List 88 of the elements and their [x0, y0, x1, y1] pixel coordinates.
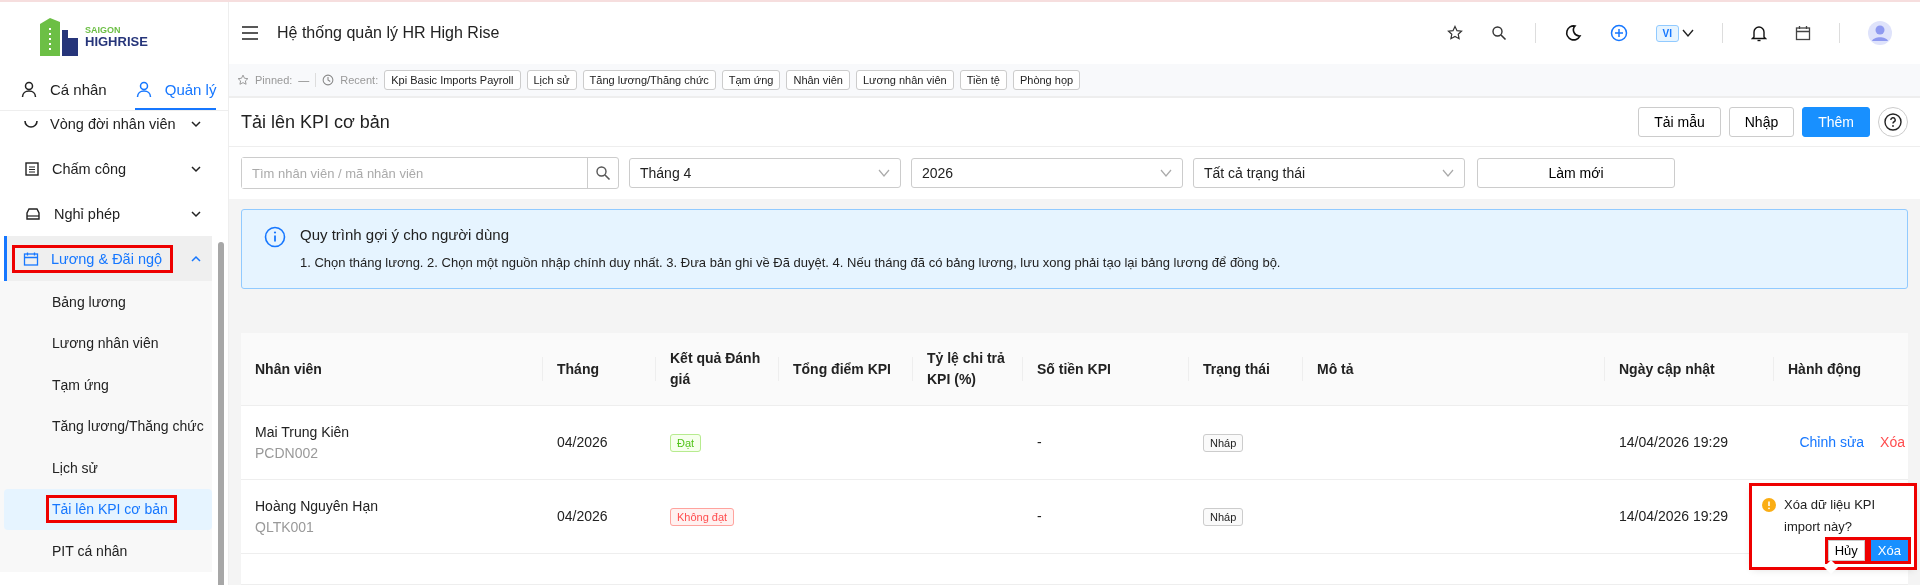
result-tag: Không đạt — [670, 508, 735, 526]
list-icon — [24, 160, 40, 177]
table-cell: 04/2026 — [557, 434, 608, 450]
recent-page-chip[interactable]: Nhân viên — [786, 70, 850, 90]
user-icon — [134, 80, 153, 98]
employee-name: Hoàng Nguyên Hạn — [255, 496, 379, 516]
app-title: Hệ thống quản lý HR High Rise — [277, 24, 500, 42]
result-tag: Đạt — [670, 434, 702, 452]
status-tag: Nháp — [1203, 508, 1244, 526]
employee-code: PCDN002 — [255, 443, 320, 463]
column-header: Mô tả — [1317, 359, 1354, 379]
column-header: Ngày cập nhật — [1619, 359, 1715, 379]
clock-icon — [322, 74, 335, 86]
year-select[interactable]: 2026 — [911, 158, 1183, 188]
pinned-value: — — [298, 74, 310, 86]
sidebar-submenu-item[interactable]: PIT cá nhân — [4, 530, 212, 572]
search-field[interactable]: Tìm nhân viên / mã nhân viên — [241, 157, 619, 189]
sidebar-menu-item[interactable]: Lương & Đãi ngộ — [4, 236, 212, 281]
recent-page-chip[interactable]: Tăng lương/Thăng chức — [582, 70, 716, 90]
sidebar-tab[interactable]: Quản lý — [134, 74, 217, 110]
sidebar-menu-item[interactable]: Nghỉ phép — [4, 191, 212, 236]
table-cell: - — [1037, 508, 1042, 524]
pinned-label: Pinned: — [255, 74, 293, 86]
user-icon — [20, 80, 38, 98]
status-tag: Nháp — [1203, 434, 1244, 452]
recent-page-chip[interactable]: Phòng họp — [1012, 70, 1081, 90]
status-select[interactable]: Tất cả trạng thái — [1193, 158, 1465, 188]
recent-page-chip[interactable]: Lịch sử — [526, 70, 577, 90]
table-cell: - — [1037, 434, 1042, 450]
chevron-icon — [1682, 28, 1694, 38]
sidebar-submenu-item[interactable]: Tăng lương/Thăng chức — [4, 405, 212, 447]
action-button[interactable]: Nhập — [1728, 107, 1795, 137]
info-title: Quy trình gợi ý cho người dùng — [300, 226, 510, 243]
table-cell: 14/04/2026 19:29 — [1619, 508, 1728, 524]
action-button[interactable]: Tải mẫu — [1638, 107, 1721, 137]
edit-link[interactable]: Chỉnh sửa — [1799, 432, 1865, 453]
logo-text: HIGHRISE — [85, 35, 148, 48]
employee-code: QLTK001 — [255, 517, 315, 537]
chevron-icon — [1442, 169, 1454, 177]
info-icon — [264, 226, 286, 248]
column-header: Nhân viên — [255, 359, 322, 379]
calendar-icon[interactable] — [1795, 25, 1811, 41]
sidebar-submenu-item[interactable]: Bảng lương — [4, 281, 212, 323]
star-icon — [237, 74, 249, 86]
car-icon — [24, 205, 42, 222]
table-cell: 04/2026 — [557, 508, 608, 524]
chevron-icon — [1160, 169, 1172, 177]
scrollbar[interactable] — [218, 242, 224, 585]
confirm-message: Xóa dữ liệu KPI import này? — [1784, 496, 1877, 537]
logo-text: SAIGON — [85, 26, 122, 35]
sidebar-submenu-item[interactable]: Tạm ứng — [4, 364, 212, 406]
calendar-icon — [23, 250, 39, 267]
recent-page-chip[interactable]: Tạm ứng — [721, 70, 781, 90]
refresh-button[interactable]: Làm mới — [1477, 158, 1675, 188]
cycle-icon — [24, 119, 38, 128]
column-header: Tỷ lệ chi trả KPI (%) — [927, 349, 1006, 389]
search-icon[interactable] — [595, 165, 611, 181]
sidebar-menu-item[interactable]: Chấm công — [4, 146, 212, 191]
recent-page-chip[interactable]: Tiền tệ — [959, 70, 1007, 90]
column-header: Trạng thái — [1203, 359, 1270, 379]
month-select[interactable]: Tháng 4 — [629, 158, 901, 188]
recent-page-chip[interactable]: Kpi Basic Imports Payroll — [384, 70, 521, 90]
column-header: Tổng điểm KPI — [793, 359, 891, 379]
chevron-icon — [878, 169, 890, 177]
employee-name: Mai Trung Kiên — [255, 422, 351, 442]
page-title: Tải lên KPI cơ bản — [241, 111, 390, 133]
search-icon[interactable] — [1490, 25, 1507, 41]
bell-icon[interactable] — [1751, 24, 1767, 42]
avatar-icon[interactable] — [1868, 21, 1892, 45]
column-header: Hành động — [1788, 359, 1862, 379]
star-icon[interactable] — [1446, 25, 1463, 41]
recent-label: Recent: — [340, 74, 379, 86]
info-text: 1. Chọn tháng lương. 2. Chọn một nguồn nhập chính duy nhất. 3. Đưa bản ghi về Đã duyệt. 4. Nếu tháng đã có bảng lương, lưu xong phải tạo lại bảng lương để đồng bộ. — [300, 255, 1281, 270]
sidebar-submenu-item[interactable]: Tải lên KPI cơ bản — [4, 488, 212, 530]
help-icon — [1884, 113, 1902, 131]
recent-page-chip[interactable]: Lương nhân viên — [856, 70, 954, 90]
column-header: Tháng — [557, 359, 599, 379]
add-icon[interactable] — [1609, 24, 1628, 42]
table-cell: 14/04/2026 19:29 — [1619, 434, 1728, 450]
column-header: Kết quả Đánh giá — [670, 349, 762, 389]
warning-icon — [1762, 498, 1776, 512]
menu-icon[interactable] — [241, 25, 259, 41]
column-header: Số tiền KPI — [1037, 359, 1111, 379]
sidebar-submenu-item[interactable]: Lịch sử — [4, 447, 212, 489]
sidebar-submenu-item[interactable]: Lương nhân viên — [4, 322, 212, 364]
moon-icon[interactable] — [1563, 24, 1582, 42]
help-button[interactable] — [1878, 107, 1908, 137]
cancel-button[interactable]: Hủy — [1827, 540, 1865, 562]
